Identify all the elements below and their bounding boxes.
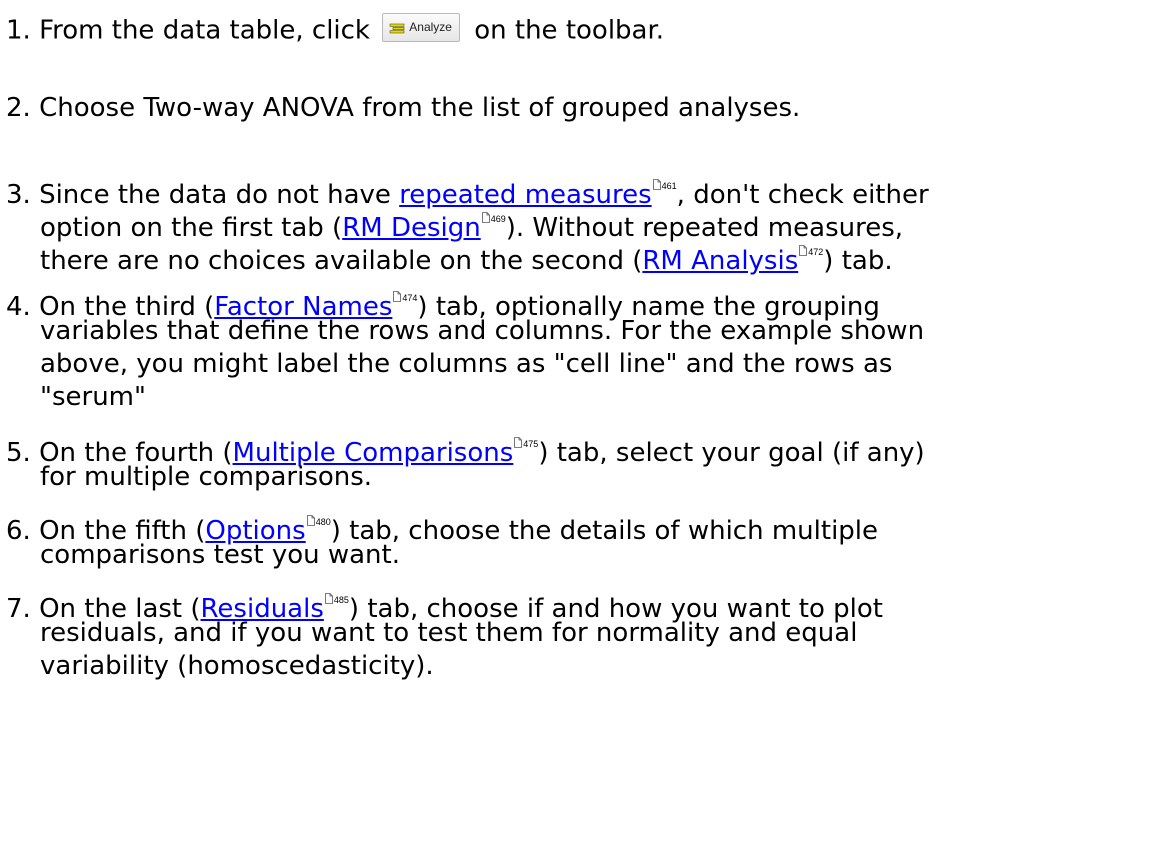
page-reference: 480	[306, 506, 331, 539]
step-4: 4. On the third (Factor Names 474) tab, o…	[6, 282, 1166, 414]
document-body: 1. From the data table, click Analyze on…	[0, 0, 1172, 856]
page-icon	[324, 593, 333, 604]
step-line: 6. On the fifth (Options 480) tab, choose…	[6, 506, 1166, 546]
step-text: variability (homoscedasticity).	[40, 651, 434, 681]
step-text: Choose Two-way ANOVA from the list of gr…	[30, 93, 801, 123]
step-line: residuals, and if you want to test them …	[6, 617, 1166, 650]
step-line: 2. Choose Two-way ANOVA from the list of…	[6, 92, 1166, 125]
page-icon	[799, 245, 808, 256]
step-5: 5. On the fourth (Multiple Comparisons 47…	[6, 428, 1166, 494]
step-number: 6.	[6, 516, 31, 546]
step-text: "serum"	[40, 382, 146, 412]
step-line: "serum"	[6, 381, 1166, 414]
analyze-button[interactable]: Analyze	[382, 13, 460, 42]
page-number: 469	[490, 214, 506, 224]
step-line: 3. Since the data do not have repeated m…	[6, 170, 1166, 210]
step-7: 7. On the last (Residuals 485) tab, choos…	[6, 584, 1166, 683]
step-line: 4. On the third (Factor Names 474) tab, o…	[6, 282, 1166, 322]
page-reference: 472	[799, 236, 823, 269]
step-text: above, you might label the columns as "c…	[40, 349, 893, 379]
page-icon	[481, 212, 490, 223]
step-text: there are no choices available on the se…	[40, 246, 643, 276]
step-line: option on the first tab (RM Design 469). …	[6, 203, 1166, 243]
step-number: 2.	[6, 93, 31, 123]
step-number: 1.	[6, 15, 31, 46]
step-number: 5.	[6, 438, 31, 468]
step-text: From the data table, click	[30, 15, 379, 46]
page-icon	[306, 515, 315, 526]
page-number: 485	[333, 595, 349, 605]
step-6: 6. On the fifth (Options 480) tab, choose…	[6, 506, 1166, 572]
page-reference: 461	[652, 170, 677, 203]
step-text: for multiple comparisons.	[40, 462, 373, 492]
page-reference: 474	[393, 282, 417, 315]
step-3: 3. Since the data do not have repeated m…	[6, 170, 1166, 276]
page-icon	[514, 437, 523, 448]
page-number: 480	[315, 517, 331, 527]
page-number: 474	[402, 293, 418, 303]
step-text: ) tab.	[823, 246, 893, 276]
step-2: 2. Choose Two-way ANOVA from the list of…	[6, 92, 1166, 125]
step-line: 5. On the fourth (Multiple Comparisons 47…	[6, 428, 1166, 468]
step-text: ) tab, choose the details of which multi…	[330, 516, 879, 546]
page-number: 475	[523, 439, 539, 449]
step-text: ) tab, select your goal (if any)	[538, 438, 925, 468]
analyze-button-label: Analyze	[409, 20, 452, 34]
step-line: 7. On the last (Residuals 485) tab, choos…	[6, 584, 1166, 624]
step-text: residuals, and if you want to test them …	[40, 618, 858, 648]
analyze-icon	[389, 23, 405, 33]
page-icon	[393, 291, 402, 302]
step-text: on the toolbar.	[465, 15, 665, 46]
page-reference: 485	[324, 584, 349, 617]
step-line: variables that define the rows and colum…	[6, 315, 1166, 348]
step-number: 7.	[6, 594, 31, 624]
step-1: 1. From the data table, click Analyze on…	[6, 13, 1166, 46]
step-text: variables that define the rows and colum…	[40, 316, 925, 346]
step-line: above, you might label the columns as "c…	[6, 348, 1166, 381]
page-icon	[652, 179, 661, 190]
page-number: 472	[808, 247, 824, 257]
step-line: 1. From the data table, click Analyze on…	[6, 13, 1166, 46]
step-number: 4.	[6, 292, 31, 322]
page-reference: 475	[514, 428, 538, 461]
step-number: 3.	[6, 180, 31, 210]
page-reference: 469	[481, 203, 506, 236]
link-rm-analysis[interactable]: RM Analysis	[642, 246, 798, 276]
step-line: there are no choices available on the se…	[6, 236, 1166, 276]
step-line: variability (homoscedasticity).	[6, 650, 1166, 683]
step-text: comparisons test you want.	[40, 540, 400, 570]
page-number: 461	[661, 181, 677, 191]
